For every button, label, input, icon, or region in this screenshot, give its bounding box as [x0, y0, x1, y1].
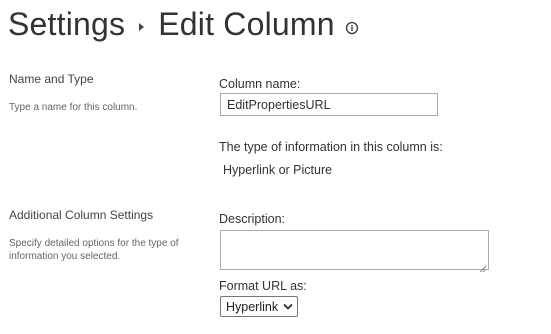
name-and-type-description: Type a name for this column. — [9, 102, 138, 113]
column-name-label: Column name: — [219, 77, 301, 91]
chevron-down-icon — [283, 303, 293, 310]
additional-settings-description: Specify detailed options for the type of… — [9, 238, 179, 262]
column-name-input[interactable] — [220, 93, 438, 116]
breadcrumb-separator-icon — [139, 23, 145, 31]
info-icon[interactable] — [345, 21, 359, 35]
format-url-selected-value: Hyperlink — [226, 299, 279, 314]
info-type-label: The type of information in this column i… — [219, 140, 443, 154]
page-title: Edit Column — [158, 5, 335, 42]
resize-grip-icon[interactable] — [479, 260, 487, 273]
page-header: Settings Edit Column — [8, 2, 359, 46]
info-type-value: Hyperlink or Picture — [223, 163, 333, 177]
format-url-label: Format URL as: — [219, 279, 307, 293]
description-label: Description: — [219, 212, 285, 226]
additional-settings-heading: Additional Column Settings — [9, 208, 154, 222]
name-and-type-heading: Name and Type — [9, 72, 94, 86]
format-url-select[interactable]: Hyperlink — [220, 296, 299, 317]
breadcrumb-settings-link[interactable]: Settings — [8, 6, 125, 43]
description-textarea[interactable] — [220, 230, 489, 273]
